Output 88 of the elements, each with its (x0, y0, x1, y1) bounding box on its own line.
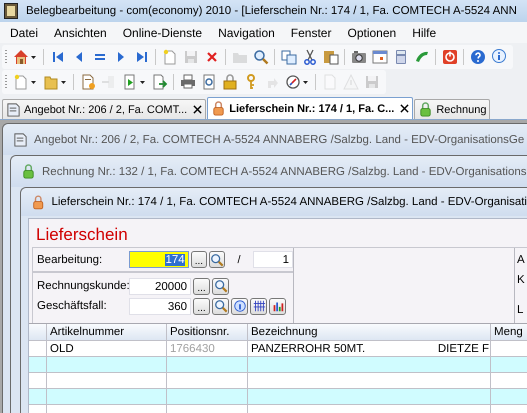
home-icon (12, 49, 28, 65)
info-icon (232, 299, 246, 313)
column-header[interactable]: Bezeichnung (248, 324, 491, 340)
power-icon (442, 49, 458, 65)
caret-icon[interactable] (30, 56, 36, 58)
column-header[interactable]: Meng (491, 324, 527, 340)
document-icon (13, 132, 28, 147)
field-label: Rechnungskunde: (37, 280, 127, 292)
padlock-icon (211, 101, 226, 116)
close-icon[interactable] (193, 105, 202, 114)
column-header[interactable]: Artikelnummer (47, 324, 167, 340)
bar-chart-button[interactable] (269, 298, 286, 314)
separator-text: / (237, 254, 241, 266)
input-field[interactable]: 360 (129, 298, 191, 314)
save-icon (364, 74, 380, 90)
search-icon (214, 299, 228, 313)
grid-icon (252, 299, 266, 313)
document-icon (322, 74, 338, 90)
grid-button[interactable] (250, 298, 267, 314)
document-tab[interactable]: Lieferschein Nr.: 174 / 1, Fa. C... (207, 97, 414, 119)
search-button[interactable] (212, 278, 229, 294)
search-icon (210, 252, 224, 266)
browse-button[interactable]: ... (193, 278, 210, 294)
field-label: Geschäftsfall: (37, 300, 108, 312)
menu-item[interactable]: Optionen (339, 26, 404, 40)
export-icon (152, 74, 168, 90)
document-icon (6, 102, 21, 117)
field-label: L (517, 304, 524, 316)
form-heading: Lieferschein (32, 223, 527, 248)
input-field[interactable]: 1 (252, 251, 293, 268)
menu-item[interactable]: Ansichten (46, 26, 115, 40)
caret-icon[interactable] (302, 80, 308, 84)
window-title: Rechnung Nr.: 132 / 1, Fa. COMTECH A-5524 ANNABERG /Salzbg. Land - EDV-Organisations (42, 166, 526, 178)
window-title: Lieferschein Nr.: 174 / 1, Fa. COMTECH A-5524 ANNABERG /Salzbg. Land - EDV-Organisati (51, 196, 527, 208)
table-cell: OLD (47, 341, 167, 356)
padlock-icon (418, 102, 434, 117)
input-field[interactable]: 20000 (129, 278, 191, 294)
caret-icon[interactable] (140, 80, 144, 84)
document-tab[interactable]: Angebot Nr.: 206 / 2, Fa. COMT... (2, 99, 206, 119)
help-icon (470, 49, 486, 65)
search-icon (214, 279, 228, 293)
search-button[interactable] (209, 251, 226, 268)
menu-item[interactable]: Online-Dienste (114, 26, 210, 40)
close-icon[interactable] (400, 104, 410, 113)
paste-icon (322, 49, 338, 65)
printer-icon (180, 74, 196, 90)
warning-icon (342, 74, 358, 90)
field-label: A (517, 254, 525, 266)
document-tab[interactable]: Rechnung (414, 99, 490, 119)
info-icon (490, 49, 506, 65)
table-cell: PANZERROHR 50MT. (251, 342, 366, 354)
folder-icon (42, 74, 58, 90)
column-header[interactable]: Positionsnr. (167, 324, 248, 340)
new-document-icon (162, 49, 178, 65)
save-icon (182, 49, 198, 65)
new-document-icon (80, 74, 96, 90)
menu-item[interactable]: Datei (2, 26, 46, 40)
phone-icon (414, 49, 430, 65)
field-label: Bearbeitung: (37, 254, 104, 266)
window-title: Belegbearbeitung - com(economy) 2010 - [Lieferschein Nr.: 174 / 1, Fa. COMTECH A-5524 ANN (26, 5, 517, 17)
menu-item[interactable]: Hilfe (404, 26, 444, 40)
browse-button[interactable]: ... (190, 251, 208, 268)
compass-icon (284, 74, 300, 90)
copy-icon (280, 49, 296, 65)
menu-item[interactable]: Fenster (282, 26, 340, 40)
search-icon (252, 49, 268, 65)
caret-icon[interactable] (30, 80, 36, 84)
search-button[interactable] (212, 298, 229, 314)
window-title: Angebot Nr.: 206 / 2, Fa. COMTECH A-5524 ANNABERG /Salzbg. Land - EDV-OrganisationsGe (34, 134, 524, 146)
padlock-icon (222, 74, 238, 90)
padlock-icon (31, 194, 46, 210)
app-icon (4, 3, 18, 19)
play-document-icon (122, 74, 138, 90)
import-icon (100, 74, 116, 90)
table-cell: DIETZE F (438, 342, 489, 354)
browse-button[interactable]: ... (193, 298, 210, 314)
padlock-icon (21, 164, 36, 179)
input-field[interactable]: 174 (129, 251, 189, 268)
cut-icon (302, 49, 318, 65)
menu-item[interactable]: Navigation (210, 26, 283, 40)
camera-icon (350, 49, 366, 65)
new-document-icon (12, 74, 28, 90)
print-preview-icon (200, 74, 216, 90)
calendar-icon (372, 49, 388, 65)
caret-icon[interactable] (60, 80, 66, 84)
field-label: K (517, 274, 525, 286)
table-cell: 1766430 (167, 341, 248, 356)
info-button[interactable] (231, 298, 248, 314)
